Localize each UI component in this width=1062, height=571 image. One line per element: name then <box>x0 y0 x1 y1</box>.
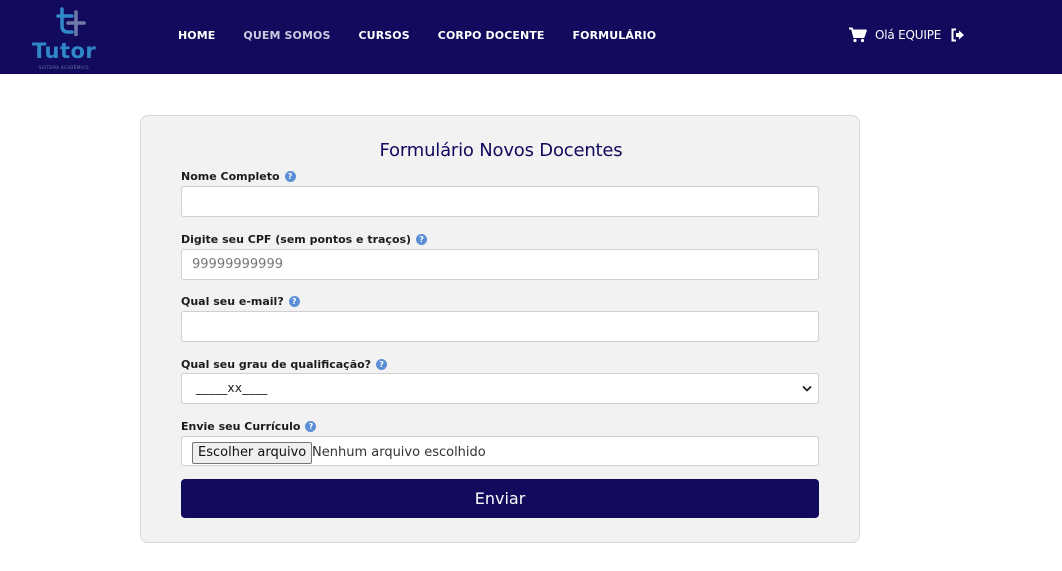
question-circle-icon[interactable]: ? <box>305 421 317 432</box>
choose-file-button[interactable]: Escolher arquivo <box>192 442 313 464</box>
sign-out-icon[interactable] <box>951 28 965 42</box>
question-circle-icon[interactable]: ? <box>288 296 300 307</box>
name-input[interactable] <box>181 186 819 217</box>
cpf-input[interactable] <box>181 249 819 280</box>
qualification-selected-value: _____xx____ <box>196 381 268 395</box>
shopping-cart-icon[interactable] <box>849 27 867 43</box>
email-label-text: Qual seu e-mail? <box>181 295 284 308</box>
resume-file-input: Escolher arquivo Nenhum arquivo escolhid… <box>181 436 819 466</box>
nav-quem-somos[interactable]: QUEM SOMOS <box>243 29 330 42</box>
logo-tagline: SISTEMA ACADÊMICO <box>39 65 89 70</box>
cpf-field-label: Digite seu CPF (sem pontos e traços) ? <box>181 233 428 246</box>
nav-cursos[interactable]: CURSOS <box>359 29 410 42</box>
logo[interactable]: Tutor SISTEMA ACADÊMICO <box>30 6 116 70</box>
form-title: Formulário Novos Docentes <box>379 140 623 161</box>
chevron-down-icon <box>802 386 812 392</box>
question-circle-icon[interactable]: ? <box>376 359 388 370</box>
new-teacher-form-card: Formulário Novos Docentes Nome Completo … <box>140 115 860 543</box>
name-label-text: Nome Completo <box>181 170 280 183</box>
nav-home[interactable]: HOME <box>178 29 215 42</box>
resume-label-text: Envie seu Currículo <box>181 420 301 433</box>
resume-field-label: Envie seu Currículo ? <box>181 420 317 433</box>
question-circle-icon[interactable]: ? <box>416 234 428 245</box>
logo-wordmark: Tutor <box>32 39 97 63</box>
email-field-label: Qual seu e-mail? ? <box>181 295 300 308</box>
question-circle-icon[interactable]: ? <box>284 171 296 182</box>
nav-corpo-docente[interactable]: CORPO DOCENTE <box>438 29 545 42</box>
cpf-label-text: Digite seu CPF (sem pontos e traços) <box>181 233 412 246</box>
qualification-field-label: Qual seu grau de qualificação? ? <box>181 358 388 371</box>
logo-mark-icon <box>56 7 86 36</box>
nav-menu: HOME QUEM SOMOS CURSOS CORPO DOCENTE FOR… <box>178 0 684 70</box>
navbar: Tutor SISTEMA ACADÊMICO HOME QUEM SOMOS … <box>0 0 1062 74</box>
user-area: Olá EQUIPE <box>849 0 965 70</box>
submit-button[interactable]: Enviar <box>181 479 819 518</box>
qualification-label-text: Qual seu grau de qualificação? <box>181 358 372 371</box>
user-greeting: Olá EQUIPE <box>875 28 942 42</box>
name-field-label: Nome Completo ? <box>181 170 296 183</box>
email-input[interactable] <box>181 311 819 342</box>
nav-formulario[interactable]: FORMULÁRIO <box>573 29 657 42</box>
qualification-select[interactable]: _____xx____ <box>181 373 819 404</box>
file-status-text: Nenhum arquivo escolhido <box>312 445 486 460</box>
